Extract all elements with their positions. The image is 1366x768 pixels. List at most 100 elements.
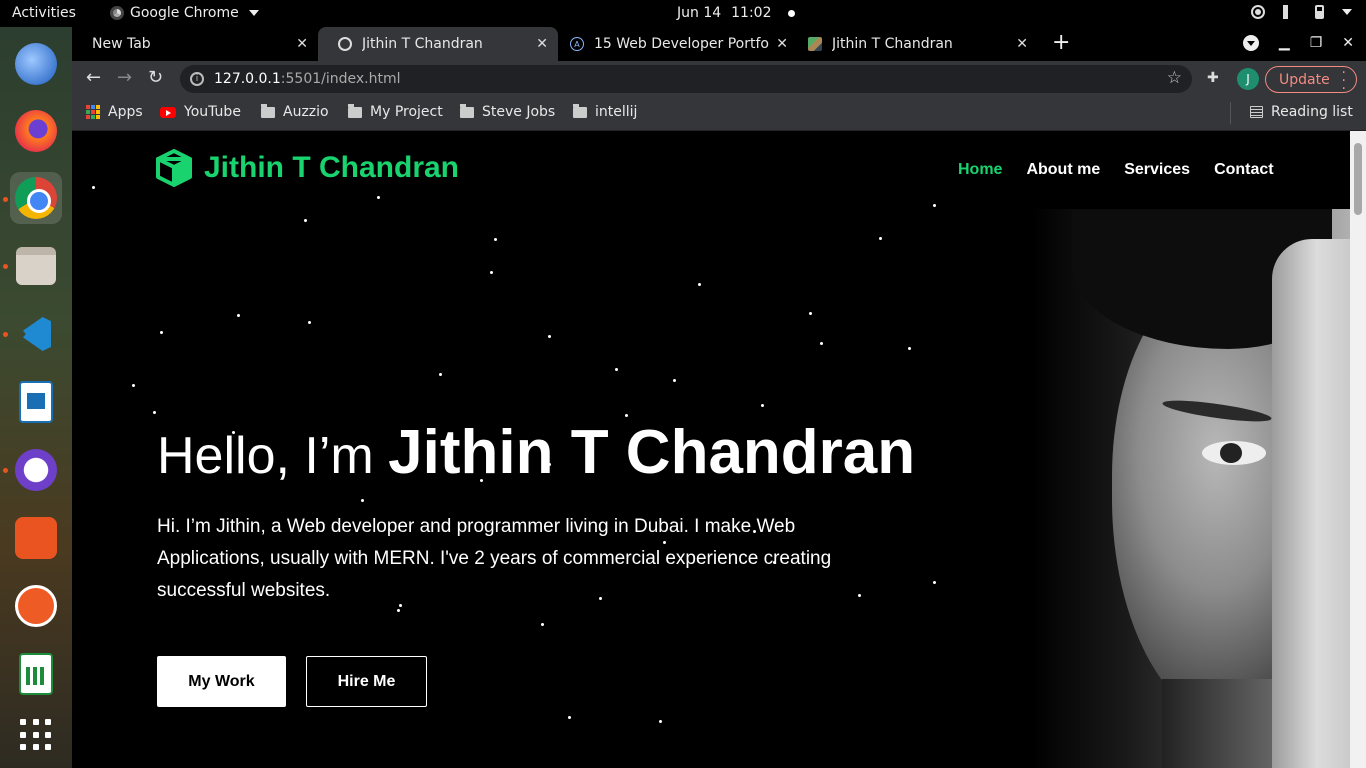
- app-menu-label: Google Chrome: [130, 5, 239, 21]
- dock-postman[interactable]: [10, 580, 62, 632]
- nav-contact[interactable]: Contact: [1214, 161, 1274, 179]
- reading-list-button[interactable]: Reading list: [1250, 104, 1353, 120]
- hero-portrait: [1032, 209, 1350, 768]
- star: [809, 312, 812, 315]
- tab-label: Jithin T Chandran: [362, 36, 483, 52]
- star: [698, 283, 701, 286]
- tab-jithin-second[interactable]: Jithin T Chandran ✕: [798, 27, 1038, 61]
- volume-icon: [1283, 5, 1297, 19]
- hero-greeting: Hello, I’m: [157, 427, 389, 485]
- nav-about-me[interactable]: About me: [1026, 161, 1100, 179]
- vscode-icon: [15, 313, 57, 355]
- show-apps-button[interactable]: [10, 709, 62, 761]
- apps-grid-icon: [86, 105, 100, 119]
- star: [541, 623, 544, 626]
- dock-writer[interactable]: [10, 376, 62, 428]
- activities-button[interactable]: Activities: [12, 5, 76, 21]
- bookmark-apps[interactable]: Apps: [86, 104, 143, 120]
- clock-date: Jun 14: [677, 5, 722, 21]
- tab-jithin-active[interactable]: Jithin T Chandran ✕: [318, 27, 558, 61]
- url-host: 127.0.0.1: [214, 71, 281, 87]
- caret-down-icon: [248, 10, 259, 16]
- bookmark-star-icon[interactable]: ☆: [1167, 68, 1182, 88]
- dock: [0, 27, 72, 768]
- notification-dot-icon: [787, 9, 795, 17]
- bookmark-intellij[interactable]: intellij: [573, 103, 637, 120]
- hire-me-button[interactable]: Hire Me: [306, 656, 427, 707]
- star: [820, 342, 823, 345]
- hero-name: Jithin T Chandran: [388, 418, 916, 487]
- update-button[interactable]: Update · · ·: [1265, 65, 1357, 97]
- dock-software-store[interactable]: [10, 512, 62, 564]
- tab-search-icon[interactable]: [1242, 35, 1259, 51]
- close-tab-icon[interactable]: ✕: [776, 36, 788, 52]
- profile-avatar[interactable]: J: [1237, 68, 1259, 90]
- files-icon: [16, 247, 56, 285]
- dock-firefox[interactable]: [10, 105, 62, 157]
- star: [153, 411, 156, 414]
- page-scrollbar[interactable]: [1350, 131, 1366, 768]
- scrollbar-thumb[interactable]: [1354, 143, 1362, 215]
- writer-icon: [19, 381, 53, 423]
- star: [377, 196, 380, 199]
- forward-icon[interactable]: →: [117, 69, 132, 87]
- running-indicator: [3, 197, 8, 202]
- folder-icon: [261, 103, 275, 118]
- address-bar[interactable]: i 127.0.0.1:5501/index.html ☆: [180, 65, 1192, 93]
- globe-icon: [338, 37, 352, 51]
- star: [568, 716, 571, 719]
- close-tab-icon[interactable]: ✕: [296, 36, 308, 52]
- star: [308, 321, 311, 324]
- bookmark-my-project[interactable]: My Project: [348, 103, 443, 120]
- close-window-icon[interactable]: ✕: [1342, 35, 1354, 51]
- star: [490, 271, 493, 274]
- dock-files[interactable]: [10, 240, 62, 292]
- dock-chrome[interactable]: [10, 172, 62, 224]
- url-path: :5501/index.html: [280, 71, 401, 87]
- bookmark-steve-jobs[interactable]: Steve Jobs: [460, 103, 556, 120]
- site-info-icon[interactable]: i: [190, 72, 204, 86]
- tab-portfolio-article[interactable]: A 15 Web Developer Portfol ✕: [558, 27, 798, 61]
- bookmark-label: Apps: [108, 104, 143, 120]
- site-logo[interactable]: Jithin T Chandran: [156, 149, 459, 187]
- star: [761, 404, 764, 407]
- dock-vscode[interactable]: [10, 308, 62, 360]
- running-indicator: [3, 468, 8, 473]
- system-tray[interactable]: [1251, 5, 1352, 19]
- reading-list-icon: [1250, 106, 1263, 118]
- tab-new-tab[interactable]: New Tab ✕: [72, 27, 318, 61]
- show-apps-icon: [20, 719, 52, 751]
- cube-icon: [156, 149, 192, 187]
- bookmark-label: Steve Jobs: [482, 104, 556, 120]
- extensions-icon[interactable]: ✚: [1207, 70, 1223, 86]
- dock-calc[interactable]: [10, 648, 62, 700]
- clock[interactable]: Jun 14 11:02: [677, 5, 795, 21]
- star: [494, 238, 497, 241]
- star: [879, 237, 882, 240]
- thunderbird-icon: [15, 43, 57, 85]
- nav-home[interactable]: Home: [958, 161, 1002, 179]
- reload-icon[interactable]: ↻: [148, 69, 163, 87]
- calc-icon: [19, 653, 53, 695]
- star: [659, 720, 662, 723]
- firefox-icon: [15, 110, 57, 152]
- bookmark-auzzio[interactable]: Auzzio: [261, 103, 329, 120]
- close-tab-icon[interactable]: ✕: [1016, 36, 1028, 52]
- back-icon[interactable]: ←: [86, 69, 101, 87]
- app-menu[interactable]: Google Chrome: [110, 5, 259, 21]
- my-work-button[interactable]: My Work: [157, 656, 286, 707]
- bookmark-youtube[interactable]: YouTube: [160, 104, 241, 120]
- maximize-icon[interactable]: ❐: [1310, 35, 1323, 51]
- nav-services[interactable]: Services: [1124, 161, 1190, 179]
- bookmark-label: YouTube: [184, 104, 241, 120]
- tab-label: Jithin T Chandran: [832, 36, 953, 52]
- folder-icon: [573, 103, 587, 118]
- dock-thunderbird[interactable]: [10, 38, 62, 90]
- menu-dots-icon: · · ·: [1341, 65, 1346, 97]
- dock-github-desktop[interactable]: [10, 444, 62, 496]
- star: [439, 373, 442, 376]
- close-tab-icon[interactable]: ✕: [536, 36, 548, 52]
- new-tab-button[interactable]: +: [1052, 32, 1070, 54]
- running-indicator: [3, 332, 8, 337]
- minimize-icon[interactable]: ▁: [1279, 35, 1290, 51]
